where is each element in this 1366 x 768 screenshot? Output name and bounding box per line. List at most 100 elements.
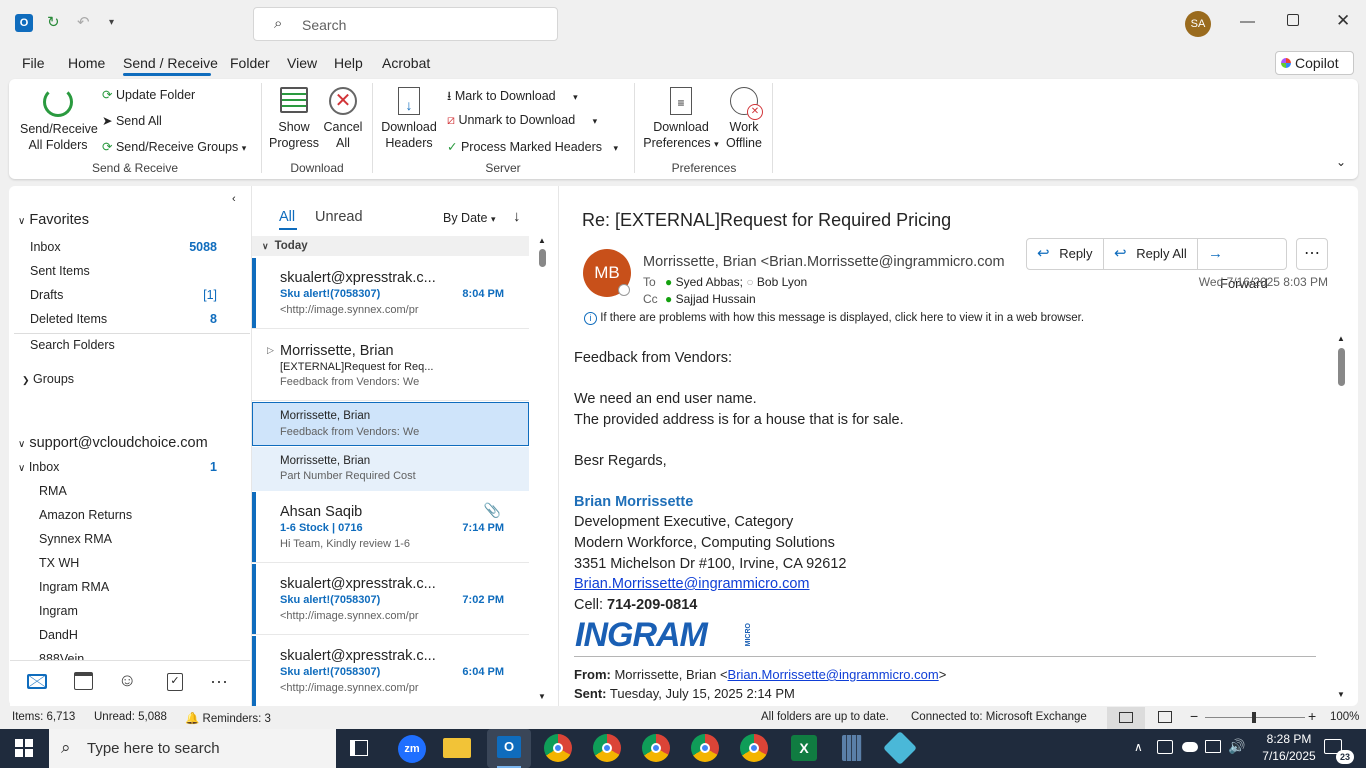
list-item-selected[interactable]: Morrissette, Brian Feedback from Vendors… [252,402,529,446]
customize-toolbar-icon[interactable]: ▾ [109,17,114,28]
sort-dropdown[interactable]: By Date ▾ [443,211,495,225]
tab-folder[interactable]: Folder [230,55,270,71]
download-preferences-button[interactable]: ≡ Download Preferences ▾ [642,85,720,151]
tab-view[interactable]: View [287,55,317,71]
cc-recipients[interactable]: ● Sajjad Hussain [665,292,756,306]
reading-view-icon[interactable] [1158,711,1172,723]
folder-search-folders[interactable]: Search Folders [30,338,115,352]
file-explorer-icon[interactable] [443,738,471,758]
onedrive-icon[interactable] [1182,742,1198,752]
show-hidden-icons[interactable]: ∧ [1134,740,1143,754]
signature-email-link[interactable]: Brian.Morrissette@ingrammicro.com [574,576,810,592]
tab-all[interactable]: All [279,209,295,225]
sync-icon[interactable]: ↻ [47,13,60,31]
mail-icon[interactable] [27,674,47,689]
copilot-button[interactable]: Copilot ⌄ [1275,51,1354,93]
unmark-to-download-button[interactable]: ⧄ Unmark to Download ▾ [447,113,597,128]
forward-button[interactable]: → Forward [1197,238,1287,291]
normal-view-icon[interactable] [1107,707,1145,729]
cancel-all-button[interactable]: ✕ Cancel All [322,85,364,151]
account-avatar[interactable]: SA [1185,11,1211,37]
group-header-today[interactable]: ∨ Today [252,236,529,256]
folder-ingram[interactable]: Ingram [39,604,78,618]
expand-conversation-icon[interactable]: ▷ [267,345,274,356]
zoom-slider-thumb[interactable] [1252,712,1256,723]
scroll-up-icon[interactable]: ▲ [1337,334,1345,343]
send-receive-groups-button[interactable]: ⟳ Send/Receive Groups ▾ [102,139,246,154]
sort-direction-icon[interactable]: ↓ [513,208,521,225]
info-bar[interactable]: i If there are problems with how this me… [584,312,1084,325]
folder-sent-items[interactable]: Sent Items [30,264,90,278]
close-icon[interactable]: ✕ [1336,11,1350,31]
work-offline-button[interactable]: ✕ Work Offline [722,85,766,151]
scroll-thumb[interactable] [539,249,546,267]
collapse-ribbon-icon[interactable]: ⌄ [1336,155,1346,169]
search-box[interactable]: ⌕ Search [253,7,558,41]
groups-header[interactable]: ❯ Groups [22,372,74,386]
sender-name[interactable]: Morrissette, Brian <Brian.Morrissette@in… [643,254,1005,270]
list-item[interactable]: skualert@xpresstrak.c... Sku alert!(7058… [252,258,529,329]
download-headers-button[interactable]: ↓ Download Headers [380,85,438,151]
tab-home[interactable]: Home [68,55,105,71]
list-item[interactable]: skualert@xpresstrak.c... Sku alert!(7058… [252,564,529,635]
meet-now-icon[interactable] [1157,740,1173,754]
update-folder-button[interactable]: ⟳ Update Folder [102,87,195,102]
folder-rma[interactable]: RMA [39,484,67,498]
folder-deleted-items[interactable]: Deleted Items [30,312,107,326]
calculator-icon[interactable] [842,735,862,761]
favorites-header[interactable]: ∨ Favorites [18,212,89,228]
status-reminders[interactable]: 🔔 Reminders: 3 [185,711,271,725]
mark-to-download-button[interactable]: ⭳ Mark to Download ▾ [447,87,578,108]
reply-all-button[interactable]: ↩ Reply All [1103,238,1198,270]
chrome-profile-icon[interactable] [642,734,670,762]
send-receive-all-button[interactable]: Send/Receive All Folders [20,85,98,152]
tab-unread[interactable]: Unread [315,209,363,225]
collapse-folder-pane-icon[interactable]: ‹ [232,193,236,205]
zoom-app-icon[interactable]: zm [396,733,428,765]
list-item[interactable]: Morrissette, Brian Part Number Required … [252,447,529,491]
more-apps-icon[interactable]: ⋯ [210,672,229,693]
scroll-down-icon[interactable]: ▼ [1337,690,1345,699]
scroll-down-icon[interactable]: ▼ [538,692,546,701]
folder-synnex-rma[interactable]: Synnex RMA [39,532,112,546]
folder-tx-wh[interactable]: TX WH [39,556,79,570]
taskbar-time[interactable]: 8:28 PM [1259,732,1319,746]
chrome-icon[interactable] [544,734,572,762]
list-scrollbar[interactable]: ▲ ▼ [537,236,549,704]
folder-ingram-rma[interactable]: Ingram RMA [39,580,109,594]
tasks-icon[interactable]: ✓ [167,673,183,691]
network-icon[interactable] [1205,740,1221,753]
process-marked-headers-button[interactable]: ✓ Process Marked Headers ▾ [447,139,618,154]
account-inbox[interactable]: ∨ Inbox [18,460,59,474]
send-all-button[interactable]: ➤ Send All [102,113,162,128]
folder-inbox[interactable]: Inbox [30,240,61,254]
to-recipients[interactable]: ● Syed Abbas; ○ Bob Lyon [665,275,807,289]
tab-send-receive[interactable]: Send / Receive [123,55,218,71]
taskbar-search[interactable]: ⌕ Type here to search [49,729,336,768]
account-header[interactable]: ∨ support@vcloudchoice.com [18,435,208,451]
outlook-app-icon[interactable]: O [487,729,531,768]
chrome-profile-icon[interactable] [691,734,719,762]
task-view-icon[interactable] [350,740,368,756]
windows-start-icon[interactable] [15,739,33,757]
maximize-icon[interactable] [1287,14,1299,26]
scroll-up-icon[interactable]: ▲ [538,236,546,245]
list-item[interactable]: skualert@xpresstrak.c... Sku alert!(7058… [252,636,529,706]
tab-acrobat[interactable]: Acrobat [382,55,430,71]
taskbar-date[interactable]: 7/16/2025 [1254,749,1324,763]
scroll-thumb[interactable] [1338,348,1345,386]
reading-scrollbar[interactable]: ▲ ▼ [1336,334,1348,704]
tab-help[interactable]: Help [334,55,363,71]
folder-dandh[interactable]: DandH [39,628,78,642]
quote-from-email-link[interactable]: Brian.Morrissette@ingrammicro.com [728,667,939,682]
volume-icon[interactable]: 🔊 [1228,738,1245,755]
excel-icon[interactable]: X [791,735,817,761]
people-icon[interactable]: ☺ [118,670,136,691]
more-actions-button[interactable]: ⋯ [1296,238,1328,270]
tab-file[interactable]: File [22,55,45,71]
zoom-out-icon[interactable]: − [1190,708,1198,724]
list-item[interactable]: Ahsan Saqib 📎 1-6 Stock | 0716 7:14 PM H… [252,492,529,563]
folder-amazon-returns[interactable]: Amazon Returns [39,508,132,522]
calendar-icon[interactable] [74,672,93,690]
chrome-profile-icon[interactable] [593,734,621,762]
